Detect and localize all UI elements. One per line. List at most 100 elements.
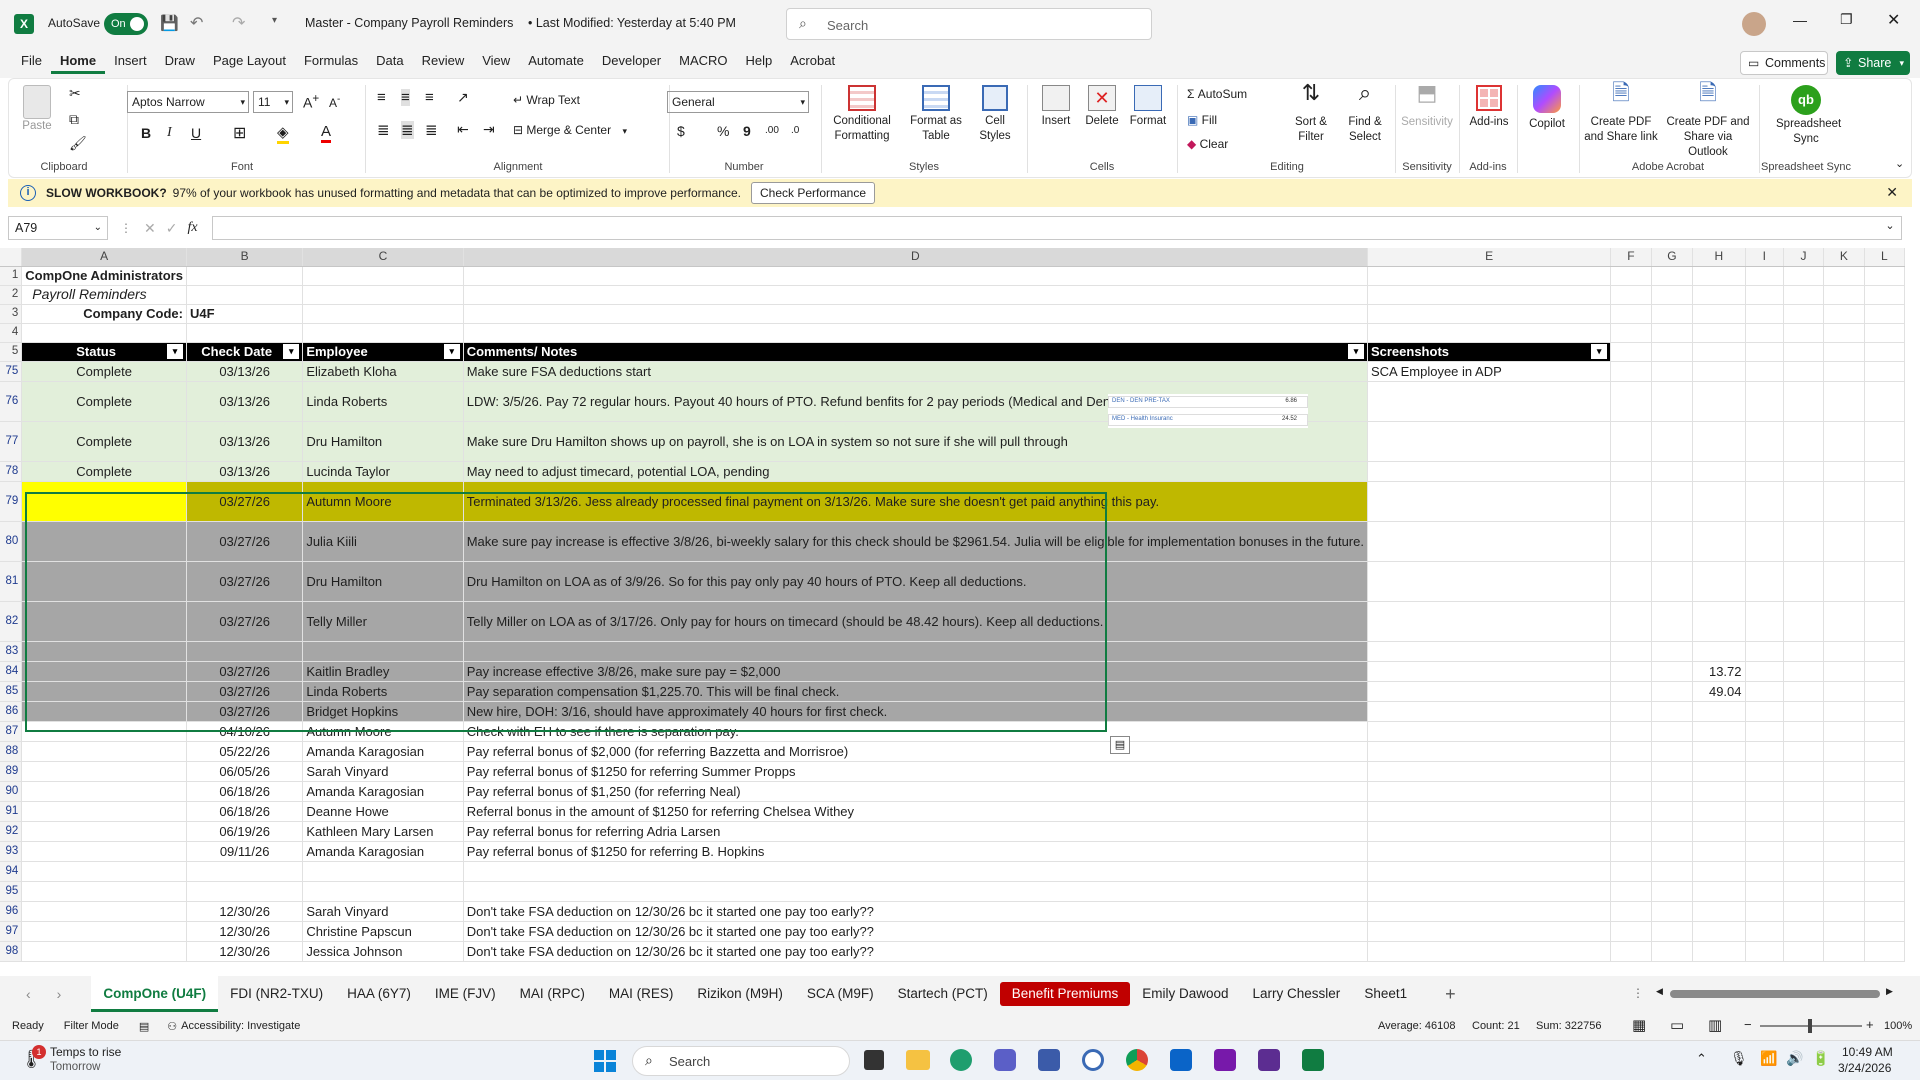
cell[interactable] — [1745, 521, 1785, 562]
value-cell[interactable]: 13.72 — [1692, 661, 1746, 682]
cell[interactable] — [1783, 521, 1824, 562]
accessibility-status[interactable]: Accessibility: Investigate — [181, 1020, 300, 1032]
status-cell[interactable]: Complete — [21, 381, 187, 422]
show-hidden-icons[interactable]: ⌃ — [1696, 1051, 1707, 1067]
screenshots-cell[interactable] — [1367, 641, 1612, 662]
cell[interactable] — [463, 266, 1368, 286]
paste-button[interactable]: Paste — [19, 85, 55, 134]
cell[interactable] — [1745, 721, 1785, 742]
cell[interactable] — [1651, 266, 1694, 286]
cell[interactable] — [1651, 781, 1694, 802]
sheet-tab[interactable]: MAI (RES) — [597, 976, 686, 1012]
status-cell[interactable] — [21, 681, 187, 702]
cell[interactable] — [1864, 721, 1905, 742]
status-cell[interactable] — [21, 641, 187, 662]
align-bottom-icon[interactable]: ≡ — [425, 89, 434, 106]
cell[interactable] — [1864, 881, 1905, 902]
cell[interactable] — [463, 323, 1368, 343]
cell[interactable] — [1745, 881, 1785, 902]
value-cell[interactable] — [1692, 361, 1746, 382]
screenshots-header[interactable]: ▾ Screenshots — [1367, 342, 1612, 362]
cell[interactable] — [1823, 801, 1865, 822]
employee-cell[interactable]: Dru Hamilton — [302, 421, 464, 462]
status-cell[interactable]: Complete — [21, 361, 187, 382]
sheet-title[interactable]: CompOne Administrators — [21, 266, 187, 286]
value-cell[interactable] — [1692, 781, 1746, 802]
row-header[interactable]: 78 — [0, 461, 23, 482]
cell[interactable] — [1823, 601, 1865, 642]
wrap-text-button[interactable]: ↵ Wrap Text — [513, 93, 580, 107]
comments-cell[interactable]: Don't take FSA deduction on 12/30/26 bc … — [463, 921, 1368, 942]
cell[interactable] — [1651, 381, 1694, 422]
menu-developer[interactable]: Developer — [593, 53, 670, 74]
cell[interactable] — [1864, 921, 1905, 942]
cell[interactable] — [1610, 781, 1652, 802]
cell[interactable] — [1783, 461, 1824, 482]
employee-cell[interactable]: Autumn Moore — [302, 481, 464, 522]
screenshots-cell[interactable] — [1367, 781, 1612, 802]
cell[interactable] — [1745, 761, 1785, 782]
menu-page-layout[interactable]: Page Layout — [204, 53, 295, 74]
screenshots-cell[interactable] — [1367, 421, 1612, 462]
cut-icon[interactable]: ✂ — [69, 85, 81, 102]
cell[interactable] — [1823, 741, 1865, 762]
cell[interactable] — [1783, 901, 1824, 922]
taskbar-search[interactable]: ⌕ Search — [632, 1046, 850, 1076]
row-header[interactable]: 1 — [0, 266, 23, 286]
value-cell[interactable] — [1692, 461, 1746, 482]
employee-cell[interactable]: Linda Roberts — [302, 681, 464, 702]
zoom-level[interactable]: 100% — [1884, 1020, 1912, 1032]
comments-cell[interactable]: Make sure pay increase is effective 3/8/… — [463, 521, 1368, 562]
row-header[interactable]: 3 — [0, 304, 23, 324]
cell[interactable] — [1610, 801, 1652, 822]
cell[interactable] — [1367, 285, 1612, 305]
check-date-cell[interactable]: 03/27/26 — [186, 601, 304, 642]
cell[interactable] — [302, 323, 464, 343]
cell[interactable] — [1783, 661, 1824, 682]
row-header[interactable]: 88 — [0, 741, 23, 762]
row-header[interactable]: 86 — [0, 701, 23, 722]
row-header[interactable]: 79 — [0, 481, 23, 522]
screenshots-cell[interactable] — [1367, 741, 1612, 762]
font-color-icon[interactable]: A — [321, 123, 332, 143]
align-middle-icon[interactable]: ≡ — [401, 89, 410, 106]
screenshots-cell[interactable] — [1367, 901, 1612, 922]
cell[interactable] — [463, 285, 1368, 305]
cell[interactable] — [1745, 421, 1785, 462]
cell[interactable] — [1783, 741, 1824, 762]
cell[interactable] — [1610, 941, 1652, 962]
screenshots-cell[interactable] — [1367, 841, 1612, 862]
cell[interactable] — [1745, 921, 1785, 942]
row-header[interactable]: 80 — [0, 521, 23, 562]
status-header[interactable]: ▾ Status — [21, 342, 187, 362]
cell[interactable] — [1745, 701, 1785, 722]
scroll-tabs-right-icon[interactable]: › — [57, 986, 62, 1002]
sheet-tab[interactable]: Emily Dawood — [1130, 976, 1240, 1012]
cell[interactable] — [1823, 701, 1865, 722]
cell[interactable] — [1651, 821, 1694, 842]
edge-icon[interactable] — [950, 1049, 972, 1071]
column-header[interactable]: L — [1864, 248, 1905, 267]
cell[interactable] — [1864, 285, 1905, 305]
check-date-header[interactable]: ▾ Check Date — [186, 342, 304, 362]
screenshots-cell[interactable] — [1367, 701, 1612, 722]
comments-cell[interactable]: Pay referral bonus of $1250 for referrin… — [463, 761, 1368, 782]
comments-cell[interactable]: Pay increase effective 3/8/26, make sure… — [463, 661, 1368, 682]
table-row[interactable]: 4 — [0, 323, 1905, 343]
value-cell[interactable] — [1692, 841, 1746, 862]
screenshots-cell[interactable] — [1367, 941, 1612, 962]
screenshots-cell[interactable] — [1367, 521, 1612, 562]
cell-styles-button[interactable]: Cell Styles — [971, 85, 1019, 144]
status-cell[interactable] — [21, 781, 187, 802]
column-header[interactable]: G — [1651, 248, 1694, 267]
cell[interactable] — [1783, 681, 1824, 702]
cell[interactable] — [1783, 361, 1824, 382]
cell[interactable] — [1864, 461, 1905, 482]
menu-view[interactable]: View — [473, 53, 519, 74]
filter-dropdown-icon[interactable]: ▾ — [166, 344, 183, 359]
cell[interactable] — [1692, 304, 1746, 324]
cell[interactable] — [1692, 285, 1746, 305]
menu-insert[interactable]: Insert — [105, 53, 156, 74]
weather-icon[interactable]: 🌡 1 — [20, 1045, 46, 1071]
cell[interactable] — [186, 266, 304, 286]
